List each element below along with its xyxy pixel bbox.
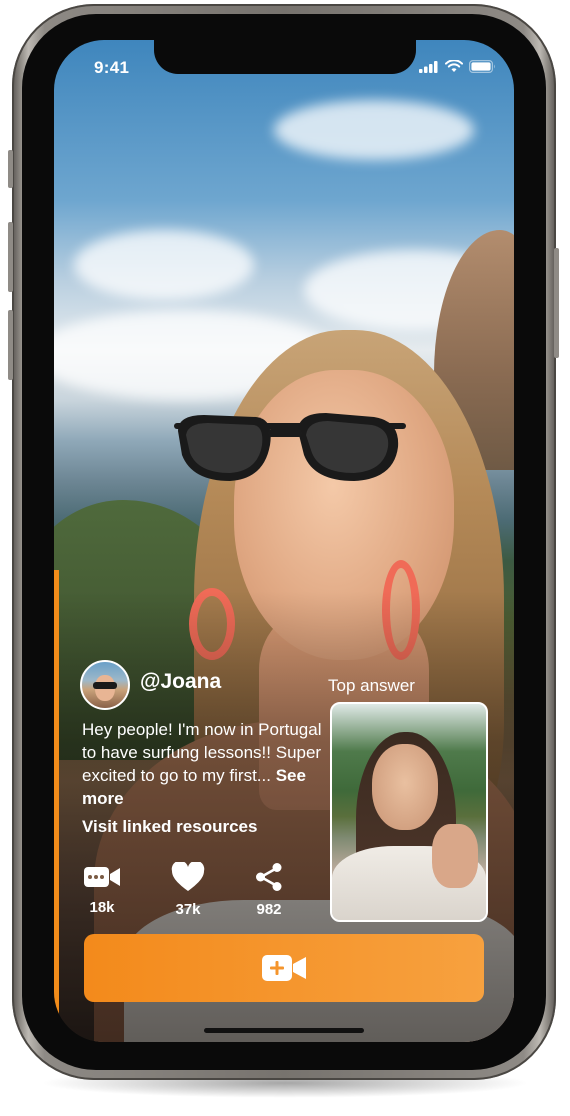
username[interactable]: @Joana bbox=[140, 670, 221, 694]
status-time: 9:41 bbox=[94, 58, 130, 77]
video-replies-count: 18k bbox=[89, 899, 115, 916]
battery-icon bbox=[469, 60, 495, 73]
likes-count: 37k bbox=[175, 901, 201, 918]
status-icons bbox=[419, 60, 496, 73]
linked-resources-link[interactable]: Visit linked resources bbox=[82, 817, 257, 837]
progress-indicator bbox=[54, 570, 59, 1042]
home-indicator[interactable] bbox=[204, 1028, 364, 1033]
post-caption: Hey people! I'm now in Portugal to have … bbox=[82, 718, 322, 810]
volume-up-button bbox=[8, 222, 13, 292]
top-answer-label: Top answer bbox=[328, 676, 415, 695]
share-button[interactable]: 982 bbox=[241, 862, 297, 918]
mute-switch bbox=[8, 150, 13, 188]
video-camera-icon bbox=[84, 867, 120, 887]
top-answer-video-card[interactable] bbox=[330, 702, 488, 922]
share-icon bbox=[256, 863, 282, 891]
user-avatar[interactable] bbox=[80, 660, 130, 710]
app-screen[interactable]: 9:41 @Joana Hey people! I'm now in Portu… bbox=[54, 40, 514, 1042]
volume-down-button bbox=[8, 310, 13, 380]
power-button bbox=[554, 248, 559, 358]
heart-icon bbox=[171, 860, 205, 891]
record-answer-button[interactable] bbox=[84, 934, 484, 1002]
video-replies-button[interactable]: 18k bbox=[74, 864, 130, 916]
shares-count: 982 bbox=[256, 901, 282, 918]
wifi-icon bbox=[445, 60, 463, 72]
notch bbox=[154, 40, 416, 74]
like-button[interactable]: 37k bbox=[160, 860, 216, 918]
add-video-icon bbox=[262, 955, 306, 981]
cellular-signal-icon bbox=[419, 60, 438, 73]
